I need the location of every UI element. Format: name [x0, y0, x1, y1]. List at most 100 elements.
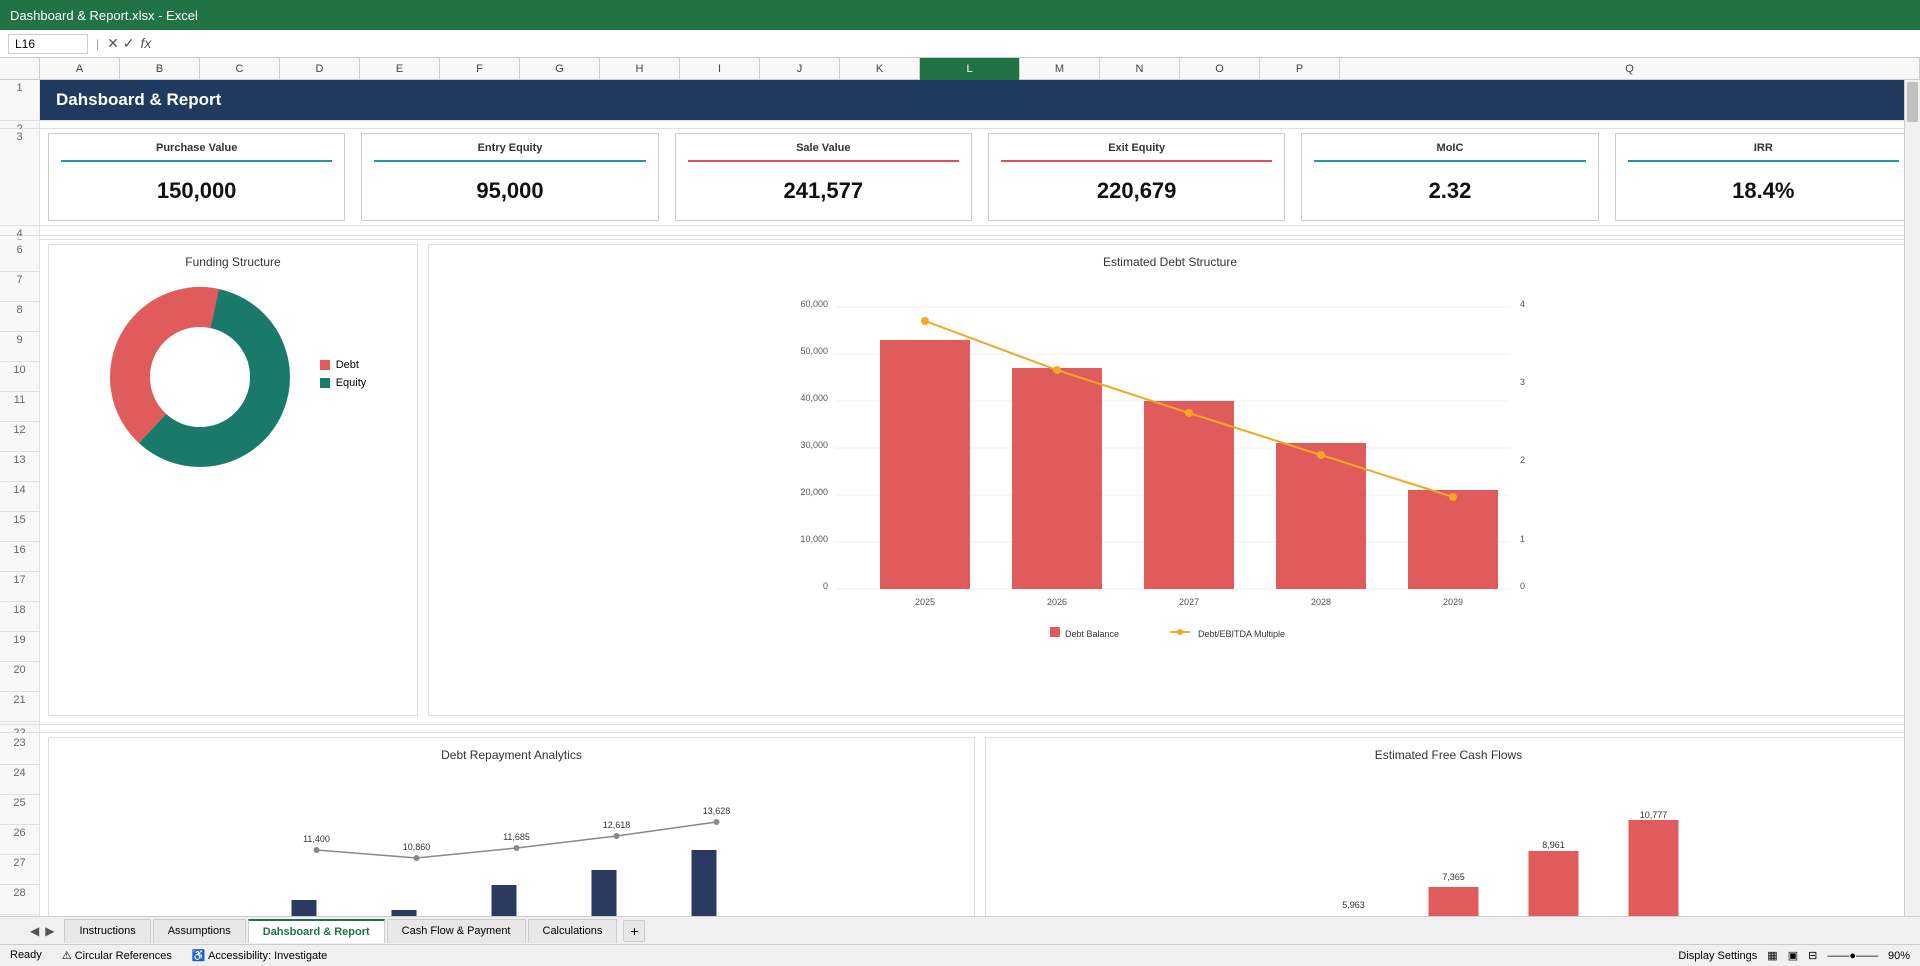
status-left: Ready ⚠ Circular References ♿ Accessibil… — [10, 949, 327, 962]
tab-scroll-left[interactable]: ◀ — [30, 924, 39, 938]
kpi-entry-equity-label: Entry Equity — [374, 142, 645, 162]
formula-icons: ✕ ✓ fx — [107, 35, 151, 52]
row-2-content — [40, 121, 1920, 129]
status-accessibility: ♿ Accessibility: Investigate — [192, 949, 327, 962]
row-4: 4 — [0, 226, 1920, 236]
row-num-1: 1 — [0, 80, 40, 121]
row-22: 22 — [0, 725, 1920, 733]
col-header-P[interactable]: P — [1260, 58, 1340, 80]
kpi-irr-val: 18.4% — [1628, 170, 1899, 212]
dot-2029 — [1449, 493, 1457, 501]
kpi-moic-label: MoIC — [1314, 142, 1585, 162]
equity-pct-label: 61.3% — [172, 373, 203, 385]
val-2026: 10,860 — [403, 842, 431, 852]
tab-cashflow-payment[interactable]: Cash Flow & Payment — [387, 919, 526, 943]
add-sheet-button[interactable]: + — [623, 920, 645, 942]
tab-dashboard-report[interactable]: Dahsboard & Report — [248, 919, 385, 943]
legend-multiple: Debt/EBITDA Multiple — [1198, 629, 1285, 639]
dot-2026 — [1053, 366, 1061, 374]
name-box[interactable] — [8, 34, 88, 54]
val-2027: 11,685 — [503, 832, 530, 842]
bar-2026 — [1012, 368, 1102, 589]
svg-text:40,000: 40,000 — [800, 393, 828, 403]
col-header-A[interactable]: A — [40, 58, 120, 80]
col-header-L[interactable]: L — [920, 58, 1020, 80]
corner-cell — [0, 58, 40, 79]
kpi-sale-value: Sale Value 241,577 — [675, 133, 972, 221]
tab-calculations[interactable]: Calculations — [528, 919, 618, 943]
debt-chart-svg: 60,000 50,000 40,000 30,000 20,000 10,00… — [439, 277, 1901, 697]
col-header-D[interactable]: D — [280, 58, 360, 80]
x-label-2028: 2028 — [1311, 597, 1331, 607]
svg-text:60,000: 60,000 — [800, 299, 828, 309]
status-circular: ⚠ Circular References — [62, 949, 172, 962]
row-num-4: 4 — [0, 226, 40, 236]
view-normal[interactable]: ▦ — [1767, 949, 1777, 962]
col-header-I[interactable]: I — [680, 58, 760, 80]
tab-bar: ◀ ▶ Instructions Assumptions Dahsboard &… — [0, 916, 1920, 944]
equity-legend-label: Equity — [336, 377, 367, 389]
debt-structure-chart: Estimated Debt Structure 60,000 50,000 4… — [428, 244, 1912, 716]
rdot-2027 — [514, 845, 520, 851]
col-header-K[interactable]: K — [840, 58, 920, 80]
col-header-O[interactable]: O — [1180, 58, 1260, 80]
scrollbar[interactable] — [1904, 80, 1920, 916]
display-settings[interactable]: Display Settings — [1678, 950, 1757, 962]
zoom-level: 90% — [1888, 950, 1910, 962]
charts-row-2-content: Debt Repayment Analytics 11,400 10,860 1… — [40, 733, 1920, 916]
fcf-val-2027: 7,365 — [1442, 872, 1465, 882]
status-ready: Ready — [10, 949, 42, 962]
spreadsheet-area: 1 Dahsboard & Report 2 3 Purchase Value … — [0, 80, 1920, 916]
free-cashflow-chart: Estimated Free Cash Flows 4,650 5,963 7,… — [985, 737, 1912, 916]
kpi-entry-equity-val: 95,000 — [374, 170, 645, 212]
status-bar: Ready ⚠ Circular References ♿ Accessibil… — [0, 944, 1920, 966]
title-bar: Dashboard & Report.xlsx - Excel — [0, 0, 1920, 30]
kpi-purchase-value-val: 150,000 — [61, 170, 332, 212]
col-header-E[interactable]: E — [360, 58, 440, 80]
kpi-purchase-value-label: Purchase Value — [61, 142, 332, 162]
view-break[interactable]: ⊟ — [1808, 949, 1817, 962]
val-2029: 13,628 — [703, 806, 731, 816]
col-header-N[interactable]: N — [1100, 58, 1180, 80]
x-label-2026: 2026 — [1047, 597, 1067, 607]
val-2025: 11,400 — [303, 834, 330, 844]
col-header-H[interactable]: H — [600, 58, 680, 80]
row-1-content: Dahsboard & Report — [40, 80, 1920, 121]
kpi-moic-val: 2.32 — [1314, 170, 1585, 212]
rdot-2026 — [414, 855, 420, 861]
equity-legend-dot — [320, 378, 330, 388]
debt-repayment-chart: Debt Repayment Analytics 11,400 10,860 1… — [48, 737, 975, 916]
tab-scroll-right[interactable]: ▶ — [45, 924, 54, 938]
row-3: 3 Purchase Value 150,000 Entry Equity 95… — [0, 129, 1920, 226]
col-header-Q[interactable]: Q — [1340, 58, 1920, 80]
svg-text:2: 2 — [1520, 455, 1525, 465]
bar-2025 — [880, 340, 970, 589]
rdot-2029 — [714, 819, 720, 825]
kpi-irr: IRR 18.4% — [1615, 133, 1912, 221]
fcf-bar-2028 — [1529, 851, 1579, 916]
svg-text:30,000: 30,000 — [800, 440, 828, 450]
funding-structure-chart: Funding Structure 61.3% 38.7% — [48, 244, 418, 716]
col-header-B[interactable]: B — [120, 58, 200, 80]
svg-text:4: 4 — [1520, 299, 1525, 309]
col-header-M[interactable]: M — [1020, 58, 1100, 80]
status-right: Display Settings ▦ ▣ ⊟ ——●—— 90% — [1678, 949, 1910, 962]
charts-row-2: 23 24 25 26 27 28 29 30 31 32 Debt Repay… — [0, 733, 1920, 916]
row-1: 1 Dahsboard & Report — [0, 80, 1920, 121]
tab-assumptions[interactable]: Assumptions — [153, 919, 246, 943]
bar-2027 — [1144, 401, 1234, 589]
donut-chart-svg: 61.3% 38.7% — [100, 277, 300, 477]
view-page[interactable]: ▣ — [1788, 949, 1798, 962]
col-header-J[interactable]: J — [760, 58, 840, 80]
svg-text:20,000: 20,000 — [800, 487, 828, 497]
row-num-22: 22 — [0, 725, 40, 733]
debt-legend-dot — [320, 360, 330, 370]
zoom-slider[interactable]: ——●—— — [1827, 950, 1878, 962]
dashboard-title: Dahsboard & Report — [40, 80, 1920, 120]
col-header-F[interactable]: F — [440, 58, 520, 80]
col-header-C[interactable]: C — [200, 58, 280, 80]
tab-instructions[interactable]: Instructions — [64, 919, 150, 943]
fcf-val-2028: 8,961 — [1542, 840, 1565, 850]
col-header-G[interactable]: G — [520, 58, 600, 80]
dot-2027 — [1185, 409, 1193, 417]
